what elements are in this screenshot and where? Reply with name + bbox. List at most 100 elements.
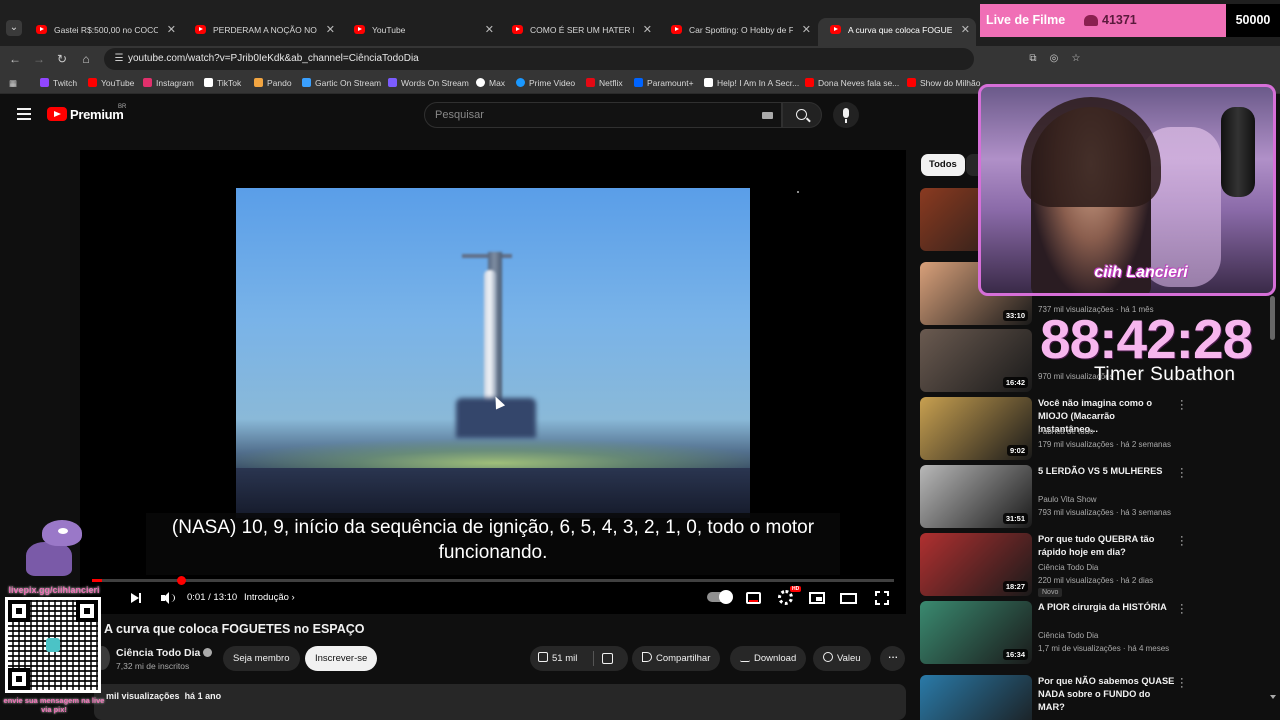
voice-search-icon[interactable]	[833, 102, 859, 128]
menu-icon[interactable]	[17, 108, 31, 120]
bookmark-netflix[interactable]: Netflix	[586, 72, 623, 94]
video-thumbnail[interactable]: 31:51	[920, 465, 1032, 528]
description-box[interactable]	[94, 684, 906, 720]
more-options-icon[interactable]: · · ·	[1180, 532, 1184, 551]
browser-tab-3[interactable]: YouTube ✕	[342, 18, 500, 46]
recommendation-title[interactable]: A PIOR cirurgia da HISTÓRIA	[1038, 601, 1176, 614]
browser-tab-5[interactable]: Car Spotting: O Hobby de Foto✕	[659, 18, 817, 46]
bookmark-help[interactable]: Help! I Am In A Secr...	[704, 72, 799, 94]
video-frame[interactable]	[236, 188, 750, 518]
bookmark-twitch[interactable]: Twitch	[40, 72, 77, 94]
recommendation-item[interactable]: 9:02 Você não imagina como o MIOJO (Macar…	[920, 396, 1275, 461]
bookmark-tiktok[interactable]: TikTok	[204, 72, 241, 94]
search-button[interactable]	[782, 102, 822, 128]
youtube-masthead: Premium BR Pesquisar	[0, 94, 980, 138]
bookmark-paramount[interactable]: Paramount+	[634, 72, 694, 94]
tab-close-icon[interactable]: ✕	[485, 18, 494, 42]
theater-mode-icon[interactable]	[840, 593, 857, 604]
recommendation-channel[interactable]: Paulo Vita Show	[1038, 495, 1097, 504]
youtube-favicon-icon	[512, 25, 523, 34]
bookmark-youtube[interactable]: YouTube	[88, 72, 134, 94]
recommendation-channel[interactable]: Fábrica de tudo	[1038, 427, 1094, 436]
next-icon[interactable]	[129, 591, 143, 605]
bookmark-words[interactable]: Words On Stream	[388, 72, 469, 94]
tab-close-icon[interactable]: ✕	[802, 18, 811, 42]
autoplay-toggle[interactable]	[707, 590, 733, 604]
keyboard-icon[interactable]	[762, 112, 773, 119]
recommendation-item[interactable]: 31:51 5 LERDÃO VS 5 MULHERES Paulo Vita Sh…	[920, 464, 1275, 529]
reload-icon[interactable]: ↻	[53, 50, 71, 68]
video-thumbnail[interactable]: 16:42	[920, 329, 1032, 392]
sprite-body	[26, 542, 72, 576]
volume-icon[interactable]	[160, 591, 176, 605]
share-button[interactable]: Compartilhar	[632, 646, 721, 671]
qr-finder	[8, 600, 30, 622]
browser-tab-active[interactable]: A curva que coloca FOGUETES✕	[818, 18, 976, 46]
address-bar[interactable]: ☰ youtube.com/watch?v=PJrib0IeKdk&ab_cha…	[104, 48, 974, 70]
miniplayer-icon[interactable]	[809, 592, 825, 604]
recommendation-title[interactable]: Por que NÃO sabemos QUASE NADA sobre o F…	[1038, 675, 1176, 714]
bookmark-dona-neves[interactable]: Dona Neves fala se...	[805, 72, 899, 94]
site-info-icon[interactable]: ☰	[112, 52, 126, 66]
more-options-icon[interactable]: · · ·	[1180, 600, 1184, 619]
more-options-icon[interactable]: · · ·	[1180, 396, 1184, 415]
bookmark-max[interactable]: Max	[476, 72, 505, 94]
filter-chip-all[interactable]: Todos	[921, 154, 965, 176]
tab-close-icon[interactable]: ✕	[167, 18, 176, 42]
video-thumbnail[interactable]	[920, 675, 1032, 720]
recommendation-item[interactable]: 18:27 Por que tudo QUEBRA tão rápido hoje…	[920, 532, 1275, 597]
dislike-thumbs-down-icon[interactable]	[602, 653, 613, 664]
join-button[interactable]: Seja membro	[223, 646, 300, 671]
scrubber-handle[interactable]	[177, 576, 187, 585]
video-thumbnail[interactable]: 9:02	[920, 397, 1032, 460]
install-icon[interactable]: ⧉	[1025, 51, 1041, 67]
recommendation-channel[interactable]: Ciência Todo Dia	[1038, 563, 1098, 572]
recommendation-item[interactable]: Por que NÃO sabemos QUASE NADA sobre o F…	[920, 674, 1275, 720]
youtube-logo-icon[interactable]	[47, 107, 67, 121]
tab-close-icon[interactable]: ✕	[961, 18, 970, 42]
video-thumbnail[interactable]: 18:27	[920, 533, 1032, 596]
more-actions-icon[interactable]: ···	[880, 646, 905, 671]
more-options-icon[interactable]: · · ·	[1180, 674, 1184, 693]
recommendation-channel[interactable]: Ciência Todo Dia	[1038, 631, 1098, 640]
fullscreen-icon[interactable]	[874, 590, 890, 606]
recommendation-title[interactable]: 5 LERDÃO VS 5 MULHERES	[1038, 465, 1176, 478]
star-icon[interactable]: ☆	[1068, 51, 1084, 67]
recommendation-title[interactable]: Por que tudo QUEBRA tão rápido hoje em d…	[1038, 533, 1176, 559]
subtitles-icon[interactable]	[746, 592, 761, 604]
settings-gear-icon[interactable]	[778, 590, 793, 605]
video-player[interactable]: (NASA) 10, 9, início da sequência de ign…	[80, 150, 906, 614]
eye-off-icon[interactable]: ◎	[1046, 51, 1062, 67]
thanks-button[interactable]: Valeu	[813, 646, 871, 671]
scroll-down-icon[interactable]	[1270, 695, 1276, 699]
browser-tab-4[interactable]: COMO É SER UM HATER DE SU✕	[500, 18, 658, 46]
tab-close-icon[interactable]: ✕	[643, 18, 652, 42]
duration-badge: 31:51	[1002, 513, 1028, 524]
youtube-brand[interactable]: Premium	[70, 107, 124, 122]
bookmark-instagram[interactable]: Instagram	[143, 72, 194, 94]
bookmark-gartic[interactable]: Gartic On Stream	[302, 72, 381, 94]
bookmark-prime[interactable]: Prime Video	[516, 72, 575, 94]
download-button[interactable]: Download	[730, 646, 807, 671]
chapter-button[interactable]: Introdução ›	[244, 588, 295, 608]
subscribe-button[interactable]: Inscrever-se	[305, 646, 378, 671]
like-button[interactable]: 51 mil	[538, 646, 577, 671]
browser-tab-1[interactable]: Gastei R$:500,00 no COCO BAMBU✕	[24, 18, 182, 46]
recommendation-item[interactable]: 16:34 A PIOR cirurgia da HISTÓRIA Ciência …	[920, 600, 1275, 665]
forward-icon[interactable]: →	[30, 50, 48, 68]
progress-bar[interactable]	[92, 579, 894, 582]
search-input[interactable]: Pesquisar	[424, 102, 782, 128]
home-icon[interactable]: ⌂	[77, 50, 95, 68]
apps-icon[interactable]: ▦	[9, 72, 17, 94]
scrollbar[interactable]	[1270, 296, 1275, 340]
back-icon[interactable]: ←	[6, 50, 24, 68]
bookmark-show[interactable]: Show do Milhão	[907, 72, 980, 94]
tab-search-icon[interactable]: ⌄	[6, 20, 22, 36]
tab-close-icon[interactable]: ✕	[326, 18, 335, 42]
video-thumbnail[interactable]: 16:34	[920, 601, 1032, 664]
bookmark-pando[interactable]: Pando	[254, 72, 292, 94]
browser-tab-2[interactable]: PERDERAM A NOÇÃO NO CHÁ DE✕	[183, 18, 341, 46]
more-options-icon[interactable]: · · ·	[1180, 464, 1184, 483]
channel-name[interactable]: Ciência Todo Dia	[116, 647, 213, 659]
live-title: Live de Filme	[986, 13, 1066, 27]
